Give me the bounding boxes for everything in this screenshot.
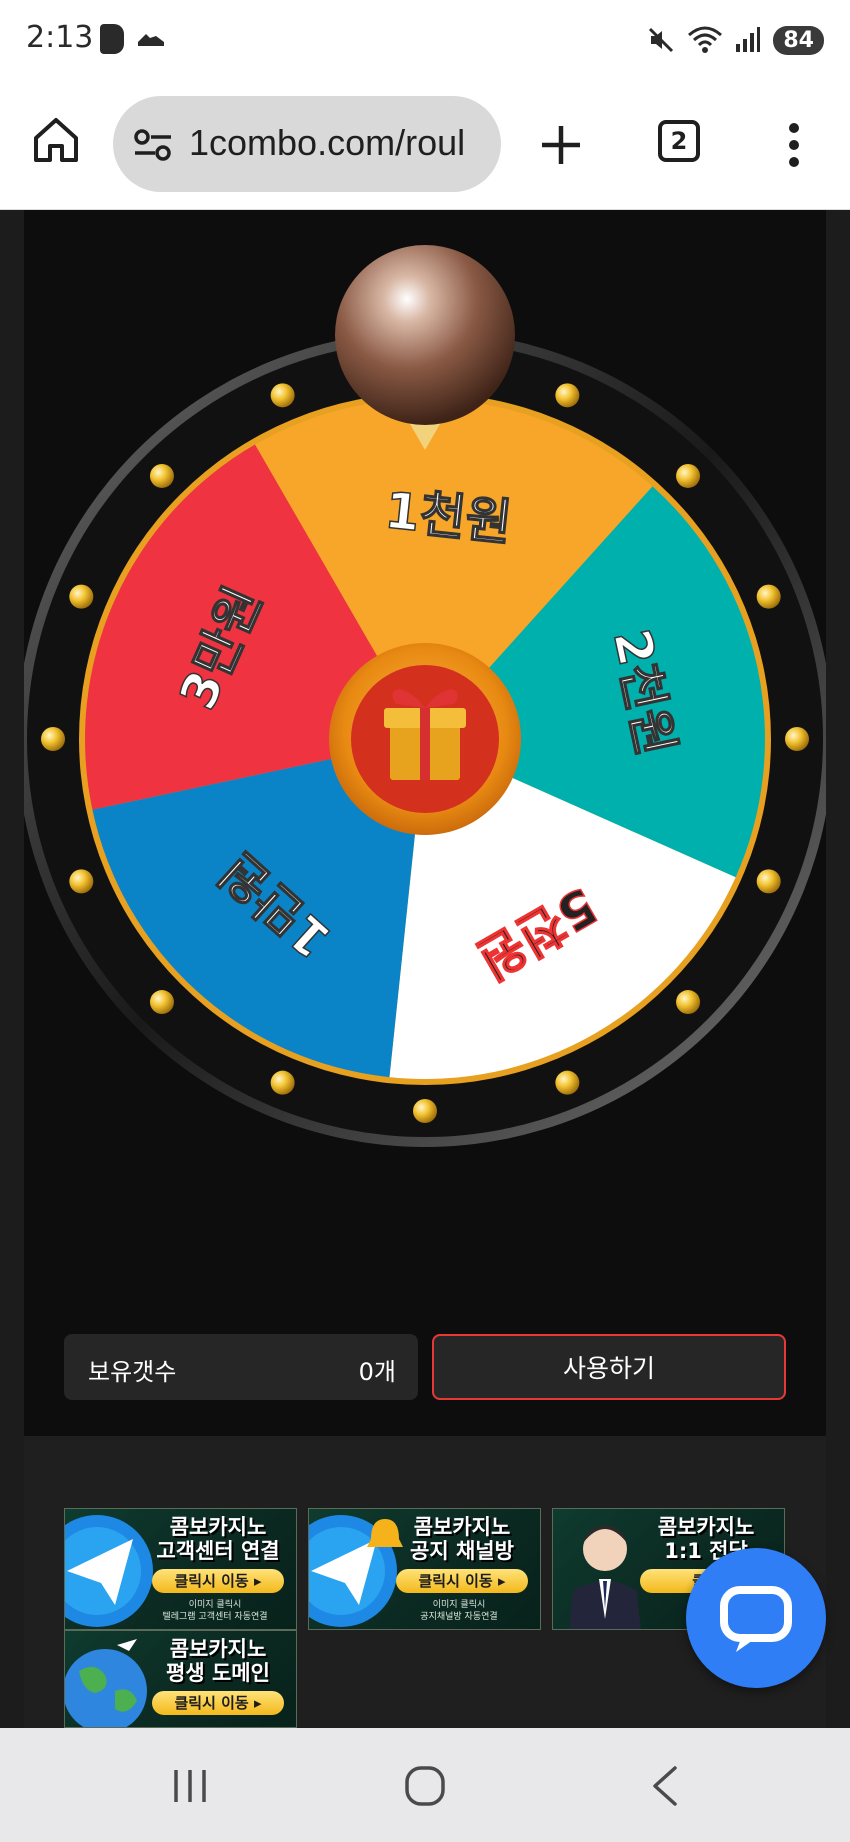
back-icon[interactable]: [635, 1762, 695, 1810]
chat-button[interactable]: [686, 1548, 826, 1688]
gift-box-icon[interactable]: [329, 643, 521, 835]
banner-lifetime-domain[interactable]: 콤보카지노 평생 도메인 클릭시 이동 ▸: [64, 1630, 297, 1728]
banner-cta[interactable]: 클릭시 이동 ▸: [152, 1569, 284, 1593]
banner-sub: 이미지 클릭시 공지채널방 자동연결: [420, 1600, 498, 1622]
wheel-bulb: [676, 990, 701, 1015]
wheel-bulb: [69, 584, 94, 609]
banner-title: 콤보카지노 평생 도메인: [166, 1637, 270, 1685]
banner-title: 콤보카지노 고객센터 연결: [156, 1515, 280, 1563]
banner-sub: 이미지 클릭시 텔레그램 고객센터 자동연결: [162, 1600, 268, 1622]
wheel-bulb: [756, 869, 781, 894]
url-text: 1combo.com/roul: [189, 122, 466, 163]
wheel-bulb: [149, 990, 174, 1015]
more-menu-icon[interactable]: [784, 122, 804, 168]
wheel-bulb: [149, 463, 174, 488]
banner-customer-center[interactable]: 콤보카지노 고객센터 연결 클릭시 이동 ▸ 이미지 클릭시 텔레그램 고객센터…: [64, 1508, 297, 1630]
recent-apps-icon[interactable]: [160, 1762, 220, 1810]
status-bar: 2:13 84: [0, 0, 850, 82]
holdings-count-value: 0개: [358, 1358, 396, 1386]
battery-icon: 84: [773, 25, 824, 55]
signal-icon: [736, 27, 761, 52]
b-app-icon: [100, 24, 124, 54]
wheel-bulb: [413, 1099, 437, 1123]
browser-toolbar: 1combo.com/roul 2: [0, 82, 850, 210]
banner-notice-channel[interactable]: 콤보카지노 공지 채널방 클릭시 이동 ▸ 이미지 클릭시 공지채널방 자동연결: [308, 1508, 541, 1630]
mute-icon: [649, 27, 674, 53]
page-margin-right: [826, 210, 850, 1728]
wheel-bulb: [785, 727, 809, 751]
page-margin-left: [0, 210, 24, 1728]
banner-cta[interactable]: 클릭시 이동 ▸: [396, 1569, 528, 1593]
wheel-bulb: [41, 727, 65, 751]
wheel-bulb: [270, 1070, 295, 1095]
home-circle-icon[interactable]: [395, 1762, 455, 1810]
wheel-bulb: [270, 383, 295, 408]
site-settings-icon[interactable]: [133, 128, 173, 162]
new-tab-plus-icon[interactable]: [538, 122, 584, 168]
banner-cta[interactable]: 클릭시 이동 ▸: [152, 1691, 284, 1715]
status-icons: 84: [647, 22, 824, 58]
use-button[interactable]: 사용하기: [432, 1334, 786, 1400]
wifi-icon: [688, 26, 723, 53]
wheel-bulb: [555, 383, 580, 408]
chat-bubble-icon: [720, 1586, 792, 1652]
system-nav-bar: [0, 1728, 850, 1842]
home-icon[interactable]: [30, 114, 82, 166]
wheel-bulb: [69, 869, 94, 894]
wheel-bulb: [555, 1070, 580, 1095]
holdings-count-label: 보유갯수: [88, 1358, 177, 1386]
wheel-bulb: [676, 463, 701, 488]
holdings-count-box: 보유갯수 0개: [64, 1334, 418, 1400]
shoe-app-icon: [138, 34, 164, 46]
status-time: 2:13: [26, 20, 94, 55]
banner-title: 콤보카지노 공지 채널방: [410, 1515, 514, 1563]
tabs-icon[interactable]: 2: [658, 120, 700, 162]
address-bar[interactable]: 1combo.com/roul: [113, 96, 501, 192]
roulette-wheel[interactable]: 1천원2천원5천원1만원3만원: [24, 210, 826, 1150]
wheel-bulb: [756, 584, 781, 609]
